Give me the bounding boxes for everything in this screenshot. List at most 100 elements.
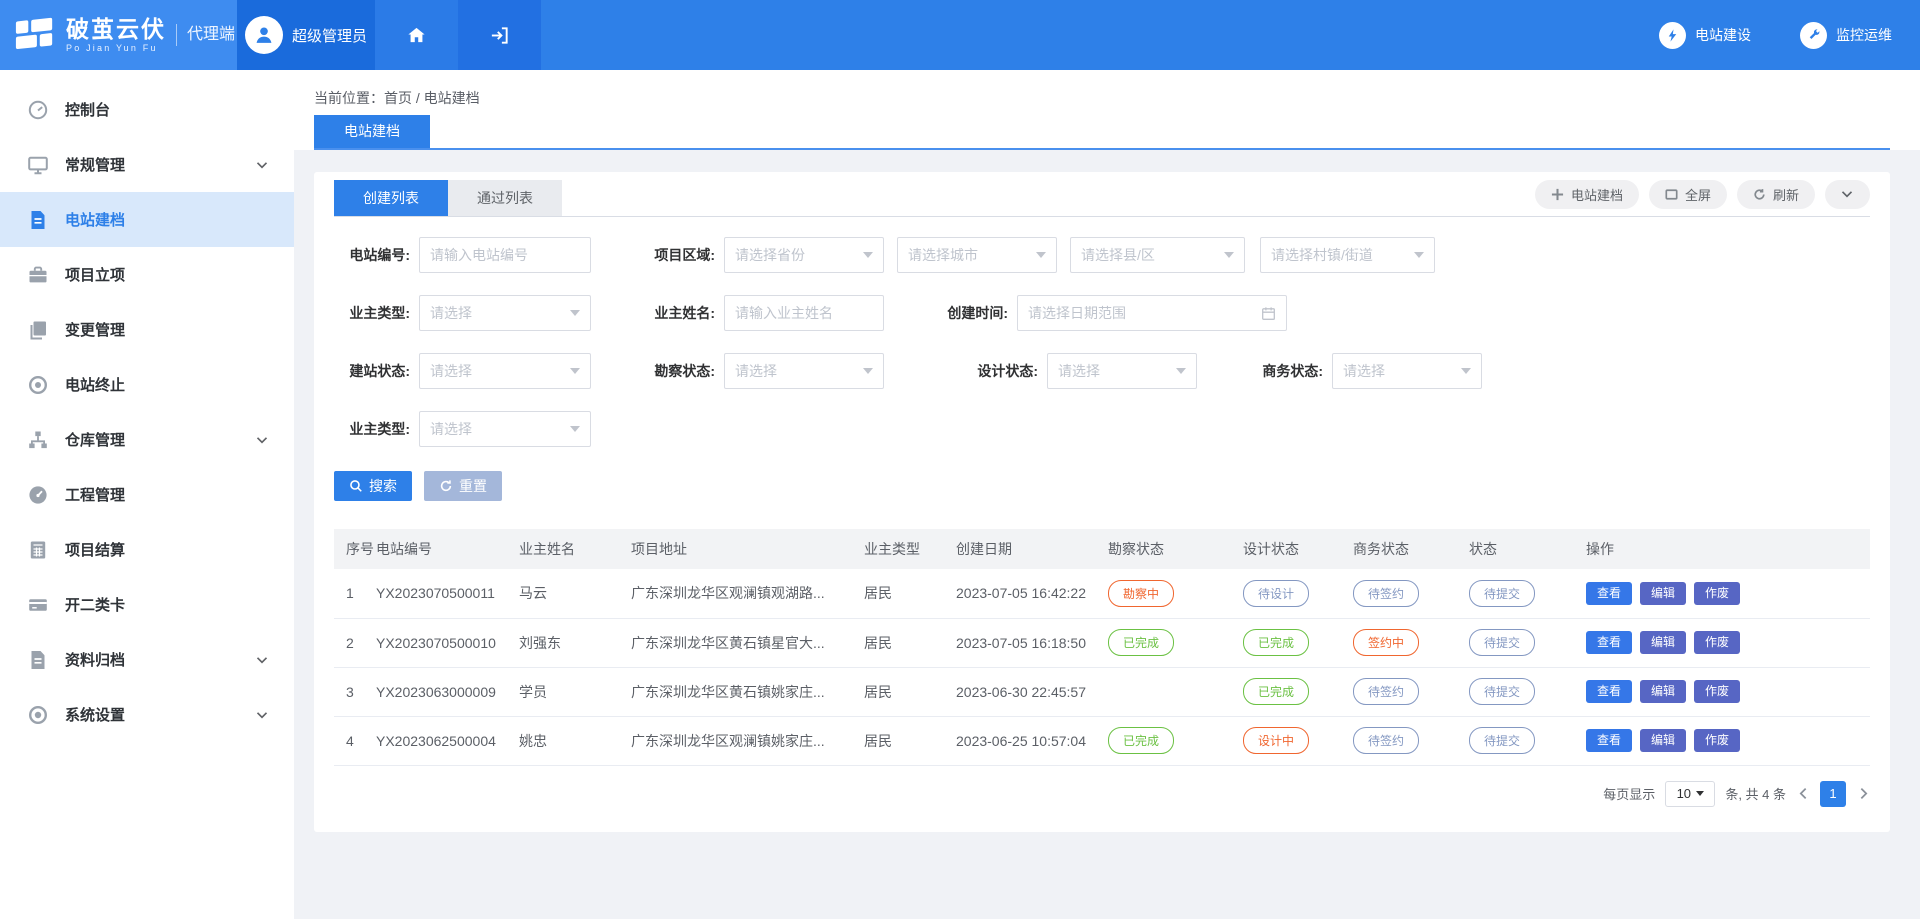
briefcase-icon	[27, 264, 49, 286]
sidebar-item-station-archive[interactable]: 电站建档	[0, 192, 294, 247]
filter-build-status-select[interactable]: 请选择	[419, 353, 591, 389]
toolbar-collapse-button[interactable]	[1825, 180, 1870, 209]
table-cell: 马云	[519, 569, 631, 618]
edit-row-button[interactable]: 编辑	[1640, 582, 1686, 605]
tab-create-list[interactable]: 创建列表	[334, 180, 448, 216]
table-cell-actions: 查看编辑作废	[1586, 667, 1870, 716]
table-cell: 广东深圳龙华区观澜镇姚家庄...	[631, 716, 864, 765]
current-page-button[interactable]: 1	[1820, 781, 1846, 807]
table-cell-status: 待设计	[1243, 569, 1353, 618]
sidebar-item-label: 系统设置	[65, 704, 256, 725]
table-row: 2YX2023070500010刘强东广东深圳龙华区黄石镇星官大...居民202…	[334, 618, 1870, 667]
sidebar-item-project-init[interactable]: 项目立项	[0, 247, 294, 302]
edit-row-button[interactable]: 编辑	[1640, 631, 1686, 654]
table-cell-status: 待提交	[1469, 716, 1586, 765]
table-row: 1YX2023070500011马云广东深圳龙华区观澜镇观湖路...居民2023…	[334, 569, 1870, 618]
table-cell-actions: 查看编辑作废	[1586, 569, 1870, 618]
table-cell: 广东深圳龙华区黄石镇星官大...	[631, 618, 864, 667]
edition-label: 代理端	[176, 24, 235, 46]
sidebar-item-project-settle[interactable]: 项目结算	[0, 522, 294, 577]
toolbar-create-station-button[interactable]: 电站建档	[1535, 180, 1639, 209]
void-row-button[interactable]: 作废	[1694, 729, 1740, 752]
page-tabbar: 电站建档	[314, 115, 1890, 150]
reset-button[interactable]: 重置	[424, 471, 502, 501]
table-cell-status: 已完成	[1108, 716, 1243, 765]
table-cell-status: 待签约	[1353, 716, 1469, 765]
toolbar-fullscreen-button[interactable]: 全屏	[1649, 180, 1727, 209]
table-cell: 居民	[864, 569, 956, 618]
placeholder-text: 请选择城市	[908, 245, 1030, 265]
logout-button[interactable]	[458, 0, 541, 70]
sidebar-item-engineering-mgmt[interactable]: 工程管理	[0, 467, 294, 522]
filter-owner-type-2-select[interactable]: 请选择	[419, 411, 591, 447]
plus-icon	[1551, 188, 1564, 201]
sidebar-item-station-terminate[interactable]: 电站终止	[0, 357, 294, 412]
sidebar-item-data-archive[interactable]: 资料归档	[0, 632, 294, 687]
table-cell-status: 已完成	[1108, 618, 1243, 667]
dashboard-icon	[27, 99, 49, 121]
view-row-button[interactable]: 查看	[1586, 729, 1632, 752]
toolbar-refresh-button[interactable]: 刷新	[1737, 180, 1815, 209]
table-cell-actions: 查看编辑作废	[1586, 618, 1870, 667]
view-row-button[interactable]: 查看	[1586, 631, 1632, 654]
void-row-button[interactable]: 作废	[1694, 582, 1740, 605]
sidebar-item-system-settings[interactable]: 系统设置	[0, 687, 294, 742]
header-nav-station-build[interactable]: 电站建设	[1659, 22, 1751, 49]
table-cell: YX2023070500010	[376, 618, 519, 667]
filter-business-status-select[interactable]: 请选择	[1332, 353, 1482, 389]
document-icon	[27, 209, 49, 231]
sidebar-item-open-type2-card[interactable]: 开二类卡	[0, 577, 294, 632]
filter-buttons: 搜索 重置	[334, 471, 1870, 501]
sidebar-item-warehouse-mgmt[interactable]: 仓库管理	[0, 412, 294, 467]
filter-design-status-select[interactable]: 请选择	[1047, 353, 1197, 389]
brand-name-en: Po Jian Yun Fu	[66, 43, 166, 53]
table-cell-status	[1108, 667, 1243, 716]
filter-region-province-select[interactable]: 请选择省份	[724, 237, 884, 273]
void-row-button[interactable]: 作废	[1694, 631, 1740, 654]
filter-survey-status-select[interactable]: 请选择	[724, 353, 884, 389]
filter-owner-type-select[interactable]: 请选择	[419, 295, 591, 331]
page-size-select[interactable]: 10	[1665, 781, 1715, 807]
edit-row-button[interactable]: 编辑	[1640, 680, 1686, 703]
toolbar-button-label: 刷新	[1773, 185, 1799, 204]
status-badge: 已完成	[1243, 629, 1309, 656]
card-toolbar: 电站建档全屏 刷新	[1535, 180, 1870, 216]
filter-owner-name-input[interactable]: 请输入业主姓名	[724, 295, 884, 331]
user-menu[interactable]: 超级管理员	[237, 0, 375, 70]
table-cell: 1	[334, 569, 376, 618]
next-page-button[interactable]	[1856, 787, 1870, 801]
status-badge: 签约中	[1353, 629, 1419, 656]
chevron-left-icon	[1797, 787, 1810, 800]
sidebar-item-console[interactable]: 控制台	[0, 82, 294, 137]
table-cell: 3	[334, 667, 376, 716]
tab-pass-list[interactable]: 通过列表	[448, 180, 562, 216]
search-button[interactable]: 搜索	[334, 471, 412, 501]
logo-section: 破茧云伏 Po Jian Yun Fu 代理端	[0, 0, 237, 70]
filter-station-code-input[interactable]: 请输入电站编号	[419, 237, 591, 273]
view-row-button[interactable]: 查看	[1586, 582, 1632, 605]
table-cell: 居民	[864, 667, 956, 716]
placeholder-text: 请选择县/区	[1081, 245, 1218, 265]
table-cell: 学员	[519, 667, 631, 716]
table-cell-status: 勘察中	[1108, 569, 1243, 618]
refresh-icon	[1753, 188, 1766, 201]
filter-region-county-select[interactable]: 请选择县/区	[1070, 237, 1245, 273]
file-icon	[27, 649, 49, 671]
edit-row-button[interactable]: 编辑	[1640, 729, 1686, 752]
filter-region-city-select[interactable]: 请选择城市	[897, 237, 1057, 273]
sidebar-item-general-mgmt[interactable]: 常规管理	[0, 137, 294, 192]
void-row-button[interactable]: 作废	[1694, 680, 1740, 703]
home-button[interactable]	[375, 0, 458, 70]
filter-region-town-select[interactable]: 请选择村镇/街道	[1260, 237, 1435, 273]
top-header: 破茧云伏 Po Jian Yun Fu 代理端 超级管理员 电站建设 监控运维	[0, 0, 1920, 70]
view-row-button[interactable]: 查看	[1586, 680, 1632, 703]
prev-page-button[interactable]	[1796, 787, 1810, 801]
filter-create-time-date-input[interactable]: 请选择日期范围	[1017, 295, 1287, 331]
page-tab-station-archive[interactable]: 电站建档	[314, 115, 430, 148]
placeholder-text: 请选择	[430, 361, 564, 381]
header-nav-monitor-ops[interactable]: 监控运维	[1800, 22, 1892, 49]
home-icon	[406, 25, 427, 46]
column-header: 序号	[334, 529, 376, 569]
column-header: 操作	[1586, 529, 1870, 569]
sidebar-item-change-mgmt[interactable]: 变更管理	[0, 302, 294, 357]
